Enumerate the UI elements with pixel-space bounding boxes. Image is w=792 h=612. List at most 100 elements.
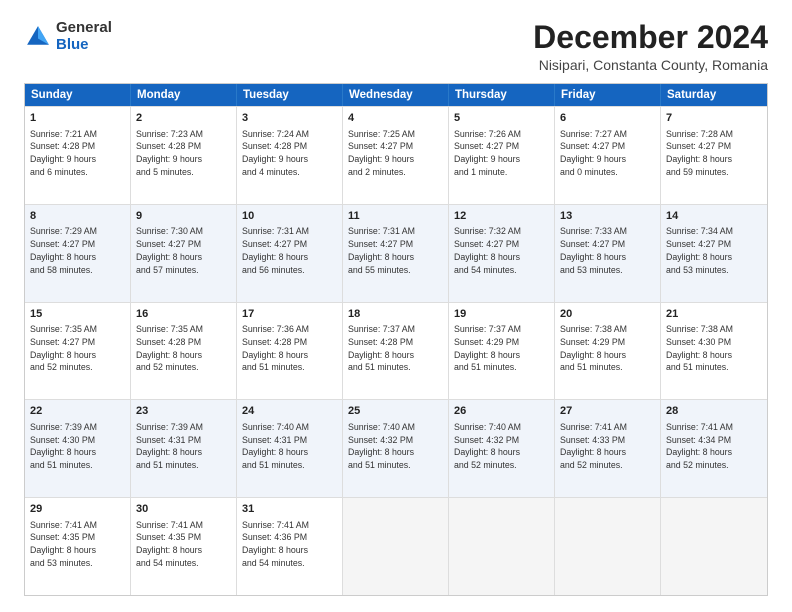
day-cell-16: 16Sunrise: 7:35 AMSunset: 4:28 PMDayligh… <box>131 303 237 400</box>
day-cell-22: 22Sunrise: 7:39 AMSunset: 4:30 PMDayligh… <box>25 400 131 497</box>
day-number: 20 <box>560 307 655 322</box>
cell-info: Sunrise: 7:40 AMSunset: 4:32 PMDaylight:… <box>454 421 549 472</box>
day-cell-20: 20Sunrise: 7:38 AMSunset: 4:29 PMDayligh… <box>555 303 661 400</box>
calendar-row-4: 22Sunrise: 7:39 AMSunset: 4:30 PMDayligh… <box>25 399 767 497</box>
day-number: 28 <box>666 404 762 419</box>
day-number: 25 <box>348 404 443 419</box>
day-cell-25: 25Sunrise: 7:40 AMSunset: 4:32 PMDayligh… <box>343 400 449 497</box>
day-number: 23 <box>136 404 231 419</box>
day-number: 9 <box>136 209 231 224</box>
cell-info: Sunrise: 7:30 AMSunset: 4:27 PMDaylight:… <box>136 225 231 276</box>
day-number: 2 <box>136 111 231 126</box>
empty-cell <box>343 498 449 595</box>
day-number: 14 <box>666 209 762 224</box>
day-number: 12 <box>454 209 549 224</box>
day-cell-10: 10Sunrise: 7:31 AMSunset: 4:27 PMDayligh… <box>237 205 343 302</box>
day-number: 11 <box>348 209 443 224</box>
day-cell-3: 3Sunrise: 7:24 AMSunset: 4:28 PMDaylight… <box>237 107 343 204</box>
day-cell-6: 6 Sunrise: 7:27 AMSunset: 4:27 PMDaylight… <box>555 107 661 204</box>
day-number: 30 <box>136 502 231 517</box>
day-cell-15: 15Sunrise: 7:35 AMSunset: 4:27 PMDayligh… <box>25 303 131 400</box>
cell-info: Sunrise: 7:31 AMSunset: 4:27 PMDaylight:… <box>348 225 443 276</box>
day-number: 10 <box>242 209 337 224</box>
cell-info: Sunrise: 7:21 AMSunset: 4:28 PMDaylight:… <box>30 128 125 179</box>
header-day-friday: Friday <box>555 84 661 106</box>
day-cell-24: 24 Sunrise: 7:40 AMSunset: 4:31 PMDayligh… <box>237 400 343 497</box>
day-cell-31: 31Sunrise: 7:41 AMSunset: 4:36 PMDayligh… <box>237 498 343 595</box>
header-day-wednesday: Wednesday <box>343 84 449 106</box>
header-day-saturday: Saturday <box>661 84 767 106</box>
day-number: 19 <box>454 307 549 322</box>
day-cell-9: 9Sunrise: 7:30 AMSunset: 4:27 PMDaylight… <box>131 205 237 302</box>
day-cell-28: 28 Sunrise: 7:41 AMSunset: 4:34 PMDayligh… <box>661 400 767 497</box>
day-number: 3 <box>242 111 337 126</box>
day-cell-13: 13Sunrise: 7:33 AMSunset: 4:27 PMDayligh… <box>555 205 661 302</box>
day-number: 16 <box>136 307 231 322</box>
cell-info: Sunrise: 7:26 AMSunset: 4:27 PMDaylight:… <box>454 128 549 179</box>
day-number: 13 <box>560 209 655 224</box>
cell-info: Sunrise: 7:31 AMSunset: 4:27 PMDaylight:… <box>242 225 337 276</box>
title-block: December 2024 Nisipari, Constanta County… <box>533 20 768 73</box>
header-day-thursday: Thursday <box>449 84 555 106</box>
day-cell-21: 21Sunrise: 7:38 AMSunset: 4:30 PMDayligh… <box>661 303 767 400</box>
header-day-sunday: Sunday <box>25 84 131 106</box>
day-number: 24 <box>242 404 337 419</box>
calendar-header: SundayMondayTuesdayWednesdayThursdayFrid… <box>25 84 767 106</box>
cell-info: Sunrise: 7:41 AMSunset: 4:34 PMDaylight:… <box>666 421 762 472</box>
cell-info: Sunrise: 7:36 AMSunset: 4:28 PMDaylight:… <box>242 323 337 374</box>
cell-info: Sunrise: 7:38 AMSunset: 4:29 PMDaylight:… <box>560 323 655 374</box>
calendar-body: 1Sunrise: 7:21 AMSunset: 4:28 PMDaylight… <box>25 106 767 595</box>
header-day-monday: Monday <box>131 84 237 106</box>
day-number: 18 <box>348 307 443 322</box>
cell-info: Sunrise: 7:37 AMSunset: 4:28 PMDaylight:… <box>348 323 443 374</box>
cell-info: Sunrise: 7:40 AMSunset: 4:31 PMDaylight:… <box>242 421 337 472</box>
page: General Blue December 2024 Nisipari, Con… <box>0 0 792 612</box>
day-cell-8: 8Sunrise: 7:29 AMSunset: 4:27 PMDaylight… <box>25 205 131 302</box>
cell-info: Sunrise: 7:41 AMSunset: 4:36 PMDaylight:… <box>242 519 337 570</box>
logo: General Blue <box>24 20 112 53</box>
day-cell-12: 12Sunrise: 7:32 AMSunset: 4:27 PMDayligh… <box>449 205 555 302</box>
day-cell-18: 18Sunrise: 7:37 AMSunset: 4:28 PMDayligh… <box>343 303 449 400</box>
day-cell-14: 14Sunrise: 7:34 AMSunset: 4:27 PMDayligh… <box>661 205 767 302</box>
calendar-row-1: 1Sunrise: 7:21 AMSunset: 4:28 PMDaylight… <box>25 106 767 204</box>
day-cell-17: 17Sunrise: 7:36 AMSunset: 4:28 PMDayligh… <box>237 303 343 400</box>
cell-info: Sunrise: 7:32 AMSunset: 4:27 PMDaylight:… <box>454 225 549 276</box>
header: General Blue December 2024 Nisipari, Con… <box>24 20 768 73</box>
day-number: 7 <box>666 111 762 126</box>
day-number: 26 <box>454 404 549 419</box>
cell-info: Sunrise: 7:29 AMSunset: 4:27 PMDaylight:… <box>30 225 125 276</box>
day-cell-4: 4Sunrise: 7:25 AMSunset: 4:27 PMDaylight… <box>343 107 449 204</box>
cell-info: Sunrise: 7:38 AMSunset: 4:30 PMDaylight:… <box>666 323 762 374</box>
logo-icon <box>24 23 52 51</box>
subtitle: Nisipari, Constanta County, Romania <box>533 57 768 73</box>
day-cell-30: 30 Sunrise: 7:41 AMSunset: 4:35 PMDayligh… <box>131 498 237 595</box>
empty-cell <box>661 498 767 595</box>
cell-info: Sunrise: 7:34 AMSunset: 4:27 PMDaylight:… <box>666 225 762 276</box>
cell-info: Sunrise: 7:41 AMSunset: 4:35 PMDaylight:… <box>30 519 125 570</box>
day-cell-19: 19Sunrise: 7:37 AMSunset: 4:29 PMDayligh… <box>449 303 555 400</box>
day-number: 6 <box>560 111 655 126</box>
empty-cell <box>555 498 661 595</box>
day-number: 17 <box>242 307 337 322</box>
day-cell-29: 29Sunrise: 7:41 AMSunset: 4:35 PMDayligh… <box>25 498 131 595</box>
calendar-row-3: 15Sunrise: 7:35 AMSunset: 4:27 PMDayligh… <box>25 302 767 400</box>
day-cell-7: 7Sunrise: 7:28 AMSunset: 4:27 PMDaylight… <box>661 107 767 204</box>
logo-general-text: General <box>56 20 112 37</box>
cell-info: Sunrise: 7:35 AMSunset: 4:28 PMDaylight:… <box>136 323 231 374</box>
cell-info: Sunrise: 7:41 AMSunset: 4:35 PMDaylight:… <box>136 519 231 570</box>
day-cell-5: 5 Sunrise: 7:26 AMSunset: 4:27 PMDaylight… <box>449 107 555 204</box>
day-number: 27 <box>560 404 655 419</box>
day-number: 15 <box>30 307 125 322</box>
day-cell-1: 1Sunrise: 7:21 AMSunset: 4:28 PMDaylight… <box>25 107 131 204</box>
empty-cell <box>449 498 555 595</box>
day-number: 5 <box>454 111 549 126</box>
day-cell-11: 11Sunrise: 7:31 AMSunset: 4:27 PMDayligh… <box>343 205 449 302</box>
cell-info: Sunrise: 7:35 AMSunset: 4:27 PMDaylight:… <box>30 323 125 374</box>
calendar: SundayMondayTuesdayWednesdayThursdayFrid… <box>24 83 768 596</box>
calendar-row-2: 8Sunrise: 7:29 AMSunset: 4:27 PMDaylight… <box>25 204 767 302</box>
day-number: 4 <box>348 111 443 126</box>
cell-info: Sunrise: 7:27 AMSunset: 4:27 PMDaylight:… <box>560 128 655 179</box>
day-number: 22 <box>30 404 125 419</box>
day-cell-23: 23Sunrise: 7:39 AMSunset: 4:31 PMDayligh… <box>131 400 237 497</box>
cell-info: Sunrise: 7:37 AMSunset: 4:29 PMDaylight:… <box>454 323 549 374</box>
